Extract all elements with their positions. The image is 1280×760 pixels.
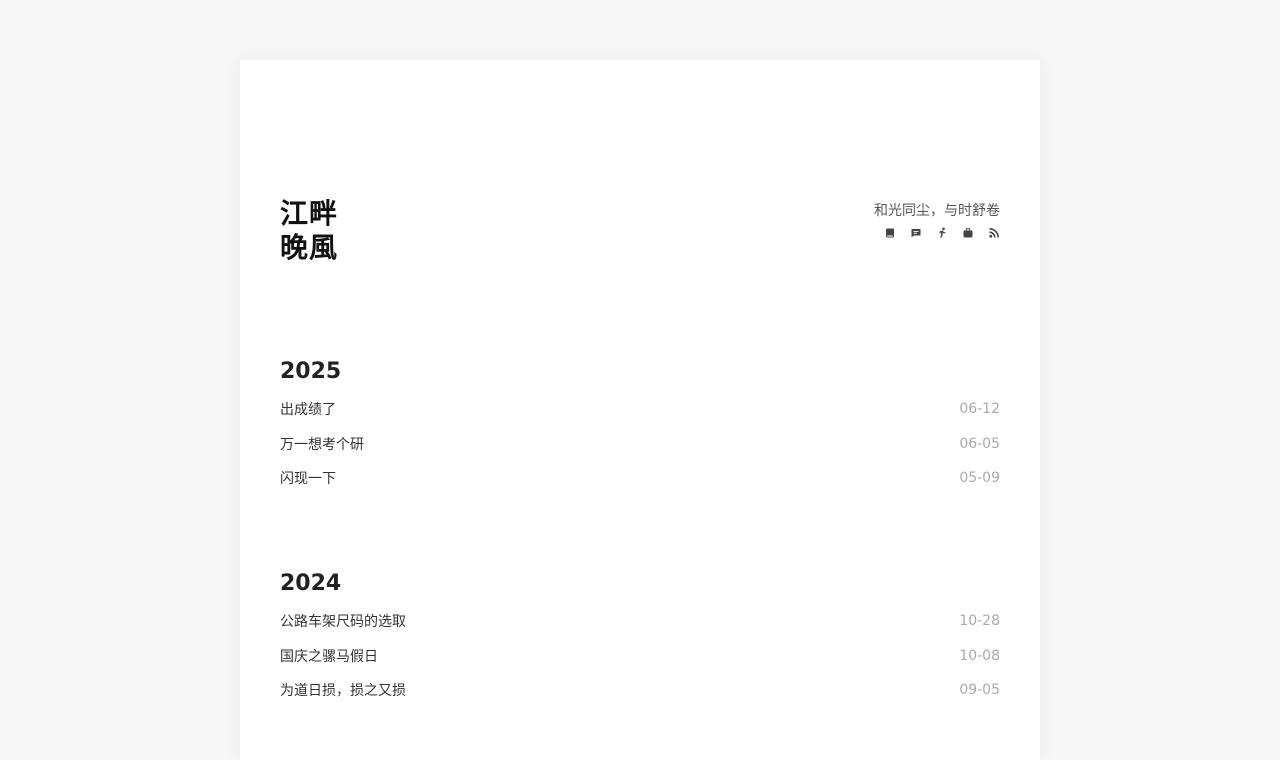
post-item[interactable]: 万一想考个研 06-05 [280,427,1000,462]
post-item[interactable]: 出成绩了 06-12 [280,392,1000,427]
site-header: 江畔 晚風 和光同尘，与时舒卷 [280,197,1000,277]
year-heading: 2024 [280,571,342,596]
site-tagline: 和光同尘，与时舒卷 [874,203,1000,219]
post-title[interactable]: 出成绩了 [280,399,336,419]
post-date: 06-12 [959,401,1000,418]
post-item[interactable]: 公路车架尺码的选取 10-28 [280,604,1000,639]
post-title[interactable]: 为道日损，损之又损 [280,680,406,700]
site-title-line2[interactable]: 晚風 [280,231,338,265]
header-right: 和光同尘，与时舒卷 [874,201,1000,239]
year-heading: 2025 [280,359,342,384]
post-title[interactable]: 公路车架尺码的选取 [280,611,406,631]
post-title[interactable]: 闪现一下 [280,468,336,488]
year-section-2024: 2024 公路车架尺码的选取 10-28 国庆之骡马假日 10-08 为道日损，… [280,570,1000,708]
post-title[interactable]: 国庆之骡马假日 [280,646,378,666]
post-date: 10-08 [959,647,1000,664]
site-title-line1[interactable]: 江畔 [280,197,338,231]
post-title[interactable]: 万一想考个研 [280,434,364,454]
site-title[interactable]: 江畔 晚風 [280,197,338,265]
rss-icon[interactable] [988,227,1000,239]
page-card: 江畔 晚風 和光同尘，与时舒卷 2025 出成绩了 06-12 万一想考个研 0… [240,60,1040,760]
post-date: 06-05 [959,435,1000,452]
nav-icons [874,227,1000,239]
year-section-2025: 2025 出成绩了 06-12 万一想考个研 06-05 闪现一下 05-09 [280,358,1000,496]
post-item[interactable]: 闪现一下 05-09 [280,461,1000,496]
post-date: 05-09 [959,470,1000,487]
book-icon[interactable] [884,227,896,239]
comment-icon[interactable] [910,227,922,239]
runner-icon[interactable] [936,227,948,239]
briefcase-icon[interactable] [962,227,974,239]
post-date: 09-05 [959,682,1000,699]
post-date: 10-28 [959,613,1000,630]
post-item[interactable]: 国庆之骡马假日 10-08 [280,639,1000,674]
post-item[interactable]: 为道日损，损之又损 09-05 [280,673,1000,708]
